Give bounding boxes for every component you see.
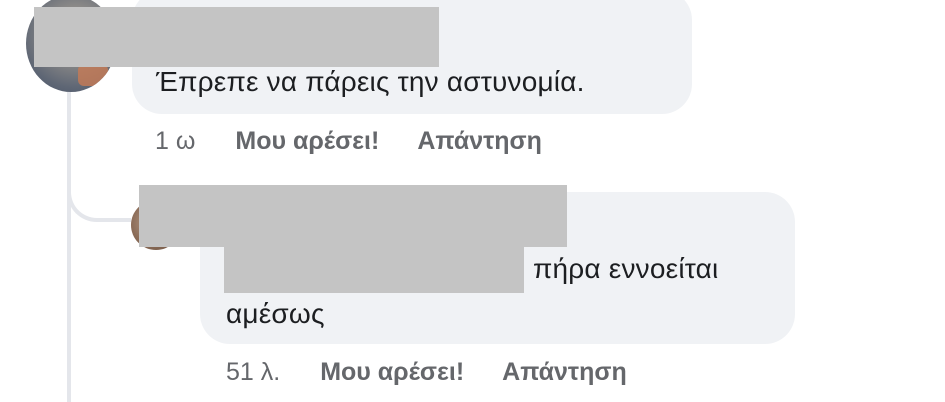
thread-connector-line — [67, 92, 71, 402]
reply-like-button[interactable]: Μου αρέσει! — [320, 358, 464, 387]
reply-reply-button[interactable]: Απάντηση — [502, 358, 627, 387]
like-button[interactable]: Μου αρέσει! — [235, 127, 379, 156]
redacted-mention — [224, 230, 524, 293]
comment-thread: Έπρεπε να πάρεις την αστυνομία. 1 ω Μου … — [0, 0, 945, 402]
reply-actions: 51 λ. Μου αρέσει! Απάντηση — [226, 358, 627, 387]
comment-text: Έπρεπε να πάρεις την αστυνομία. — [156, 66, 585, 97]
avatar-photo-detail — [78, 64, 108, 86]
redacted-author-name — [34, 7, 439, 67]
reply-button[interactable]: Απάντηση — [417, 127, 542, 156]
reply-timestamp[interactable]: 51 λ. — [226, 358, 280, 387]
comment-timestamp[interactable]: 1 ω — [155, 127, 195, 156]
comment-actions: 1 ω Μου αρέσει! Απάντηση — [155, 127, 542, 156]
reply-connector-curve — [67, 170, 131, 222]
reply-text-line-2: αμέσως — [226, 298, 325, 329]
reply-text-line-1: πήρα εννοείται — [533, 253, 719, 284]
